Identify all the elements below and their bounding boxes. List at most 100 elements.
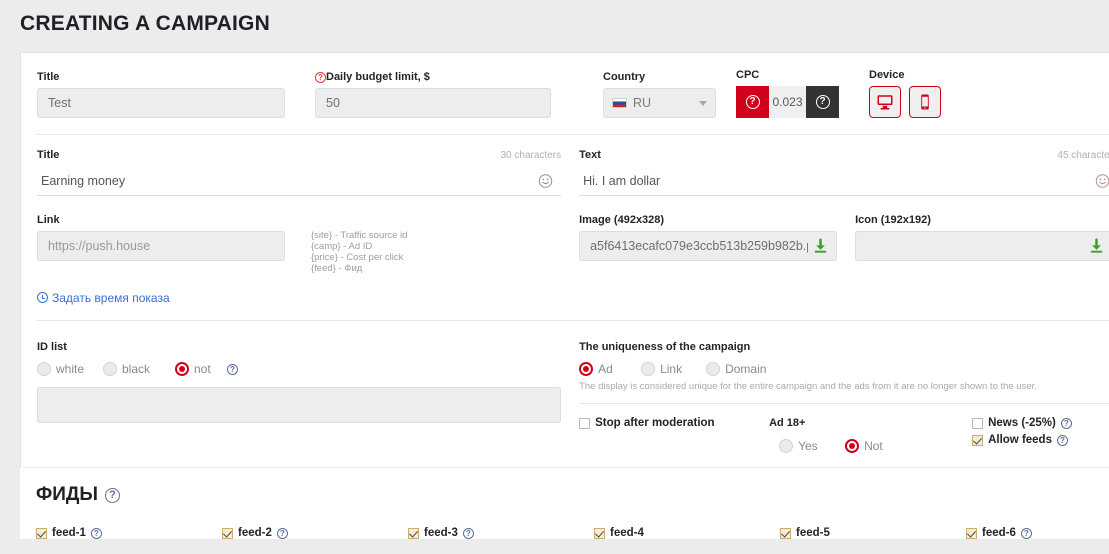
ad18-label: Ad 18+ — [769, 417, 806, 429]
country-label: Country — [603, 71, 646, 83]
creative-title-label: Title — [37, 149, 60, 161]
targeting-row: ID list white black not ? The uniqueness… — [21, 321, 1109, 467]
cpc-decrease-help-button[interactable]: ? — [736, 86, 769, 118]
field-icon: Icon (192x192) — [855, 214, 1109, 261]
radio-icon-selected — [579, 362, 594, 376]
image-file-input[interactable] — [579, 231, 838, 261]
ad18-option-yes-label: Yes — [798, 439, 818, 453]
checkbox-icon-checked — [36, 527, 47, 539]
idlist-option-not-label: not — [194, 362, 211, 376]
creative-title-wrap — [37, 166, 562, 196]
image-label: Image (492x328) — [579, 214, 665, 226]
radio-icon — [641, 362, 656, 376]
creative-right: Text 45 characters Image (492x328) — [579, 149, 1109, 274]
field-country: Country RU — [603, 71, 716, 118]
creative-title-input[interactable] — [37, 166, 562, 196]
image-file-wrap — [579, 231, 838, 261]
field-daily-budget: ? Daily budget limit, $ — [315, 71, 551, 118]
feed-item-2[interactable]: feed-2 ? — [222, 527, 408, 539]
checkbox-icon-checked — [972, 434, 984, 446]
field-title: Title — [37, 71, 285, 118]
download-icon[interactable] — [1089, 238, 1104, 254]
uniqueness-option-ad-label: Ad — [598, 362, 613, 376]
campaign-form-page: CREATING A CAMPAIGN Title ?Daily budget … — [0, 0, 1109, 554]
ad18-option-yes[interactable]: Yes — [779, 439, 845, 453]
creative-title-label-row: Title 30 characters — [37, 149, 561, 161]
idlist-option-black[interactable]: black — [103, 362, 175, 376]
help-icon[interactable]: ? — [276, 527, 288, 539]
title-input[interactable] — [37, 88, 285, 118]
feed-item-4[interactable]: feed-4 — [594, 527, 780, 539]
idlist-textarea[interactable] — [37, 387, 562, 423]
daily-budget-input[interactable] — [315, 88, 551, 118]
uniqueness-label: The uniqueness of the campaign — [579, 341, 751, 353]
campaign-card: Title ?Daily budget limit, $ Country RU … — [20, 52, 1109, 467]
cpc-value[interactable]: 0.023 — [769, 86, 806, 118]
help-icon[interactable]: ? — [315, 71, 326, 83]
field-device: Device — [869, 69, 941, 118]
idlist-options: white black not ? — [37, 362, 561, 376]
link-label: Link — [37, 214, 60, 226]
idlist-option-not[interactable]: not — [175, 362, 227, 376]
cpc-increase-help-button[interactable]: ? — [806, 86, 839, 118]
basic-settings-row: Title ?Daily budget limit, $ Country RU … — [21, 53, 1109, 134]
allow-feeds-checkbox[interactable]: Allow feeds ? — [972, 434, 1072, 446]
device-mobile-button[interactable] — [909, 86, 941, 118]
radio-icon — [779, 439, 794, 453]
creative-text-wrap — [579, 166, 1109, 196]
uniqueness-option-ad[interactable]: Ad — [579, 362, 641, 376]
idlist-block: ID list white black not ? — [37, 341, 579, 453]
radio-icon — [37, 362, 51, 376]
link-input[interactable] — [37, 231, 285, 261]
feeds-grid: feed-1 ? feed-2 ? feed-3 ? feed-4 feed-5 — [36, 527, 1109, 539]
stop-moderation-block: Stop after moderation — [579, 417, 769, 453]
help-icon[interactable]: ? — [462, 527, 474, 539]
creative-left: Title 30 characters Link — [37, 149, 579, 274]
news-checkbox[interactable]: News (-25%) ? — [972, 417, 1072, 429]
feed-item-5[interactable]: feed-5 — [780, 527, 966, 539]
help-icon[interactable]: ? — [105, 487, 121, 503]
country-value: RU — [633, 96, 652, 110]
idlist-option-white[interactable]: white — [37, 362, 103, 376]
icon-file-input[interactable] — [855, 231, 1109, 261]
creative-text-input[interactable] — [579, 166, 1109, 196]
field-link: Link — [37, 214, 285, 274]
uniqueness-hint: The display is considered unique for the… — [579, 381, 1037, 392]
mobile-icon — [921, 94, 929, 110]
ad18-option-not[interactable]: Not — [845, 439, 883, 453]
creative-text-label: Text — [579, 149, 601, 161]
ad18-option-not-label: Not — [864, 439, 883, 453]
help-icon[interactable]: ? — [1056, 434, 1068, 446]
radio-icon — [103, 362, 117, 376]
device-desktop-button[interactable] — [869, 86, 901, 118]
radio-icon-selected — [175, 362, 189, 376]
stop-after-moderation-checkbox[interactable]: Stop after moderation — [579, 417, 769, 429]
uniqueness-option-link-label: Link — [660, 362, 683, 376]
feed-item-6[interactable]: feed-6 ? — [966, 527, 1109, 539]
feed-label: feed-2 — [238, 527, 272, 539]
desktop-icon — [877, 95, 893, 110]
device-label: Device — [869, 69, 905, 81]
idlist-option-black-label: black — [122, 362, 151, 376]
feed-item-3[interactable]: feed-3 ? — [408, 527, 594, 539]
download-icon[interactable] — [813, 238, 828, 254]
help-icon[interactable]: ? — [227, 363, 238, 375]
help-icon[interactable]: ? — [1020, 527, 1032, 539]
uniqueness-block: The uniqueness of the campaign Ad Link D… — [579, 341, 1109, 453]
clock-icon — [37, 292, 48, 303]
set-display-time-link[interactable]: Задать время показа — [37, 291, 170, 305]
flag-ru-icon — [612, 98, 627, 108]
cpc-label: CPC — [736, 69, 760, 81]
feed-item-1[interactable]: feed-1 ? — [36, 527, 222, 539]
feeds-title-text: ФИДЫ — [36, 484, 99, 505]
help-icon[interactable]: ? — [90, 527, 102, 539]
checkbox-icon — [972, 417, 984, 429]
radio-icon — [706, 362, 721, 376]
checkbox-icon-checked — [222, 527, 233, 539]
uniqueness-option-domain[interactable]: Domain — [706, 362, 766, 376]
country-select[interactable]: RU — [603, 88, 716, 118]
creative-row: Title 30 characters Link — [21, 135, 1109, 290]
uniqueness-option-link[interactable]: Link — [641, 362, 706, 376]
idlist-option-white-label: white — [56, 362, 85, 376]
help-icon[interactable]: ? — [1060, 417, 1072, 429]
